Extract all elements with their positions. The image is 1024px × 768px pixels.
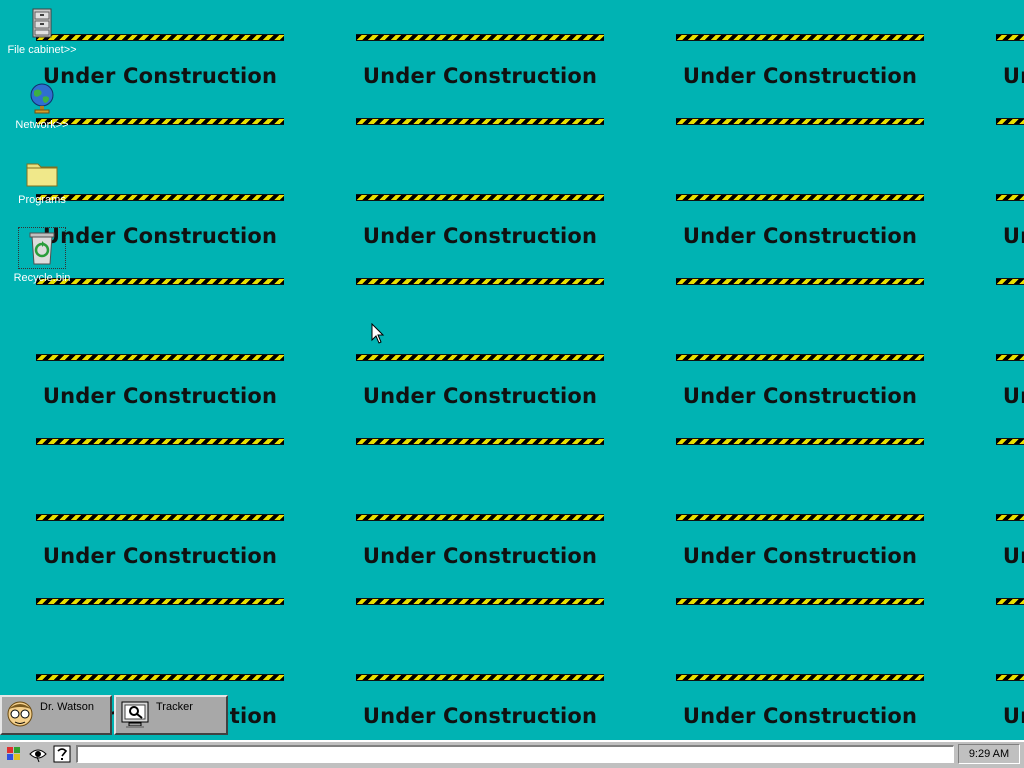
wallpaper-tile: Under Construction <box>320 160 640 320</box>
wallpaper-tile: Under Construction <box>960 0 1024 160</box>
file-cabinet-icon <box>25 6 59 40</box>
under-construction-text: Under Construction <box>682 64 918 88</box>
under-construction-text: Under Construction <box>1002 544 1024 568</box>
under-construction-text: Under Construction <box>42 384 278 408</box>
hazard-stripe <box>356 438 604 445</box>
under-construction-text: Under Construction <box>362 384 598 408</box>
under-construction-text: Under Construction <box>682 384 918 408</box>
clock: 9:29 AM <box>958 744 1020 764</box>
folder-icon <box>25 156 59 190</box>
hazard-stripe <box>676 118 924 125</box>
hazard-stripe <box>36 354 284 361</box>
hazard-stripe <box>676 674 924 681</box>
programs-label: Programs <box>18 194 66 206</box>
hazard-stripe <box>356 354 604 361</box>
hazard-stripe <box>996 674 1024 681</box>
hazard-stripe <box>676 278 924 285</box>
under-construction-text: Under Construction <box>362 64 598 88</box>
tracker-label: Tracker <box>156 701 193 713</box>
help-icon[interactable] <box>52 745 72 763</box>
desktop-icon-file-cabinet[interactable]: File cabinet>> <box>0 6 84 56</box>
hazard-stripe <box>996 118 1024 125</box>
desktop-wallpaper: Under Construction Under Construction Unde… <box>0 0 1024 740</box>
wallpaper-tile: Under Construction <box>960 320 1024 480</box>
hazard-stripe <box>996 438 1024 445</box>
hazard-stripe <box>676 354 924 361</box>
dr-watson-button[interactable]: Dr. Watson <box>0 695 112 735</box>
wallpaper-tile: Under Construction <box>960 640 1024 740</box>
wallpaper-tile: Under Construction <box>640 0 960 160</box>
file-cabinet-label: File cabinet>> <box>7 44 77 56</box>
wallpaper-tile: Under Construction <box>640 480 960 640</box>
hazard-stripe <box>676 598 924 605</box>
under-construction-text: Under Construction <box>682 224 918 248</box>
under-construction-text: Under Construction <box>42 544 278 568</box>
windows-flag-icon[interactable] <box>4 745 24 763</box>
under-construction-text: Under Construction <box>682 544 918 568</box>
under-construction-text: Under Construction <box>1002 64 1024 88</box>
wallpaper-tile: Under Construction <box>0 480 320 640</box>
under-construction-text: Under Construction <box>1002 384 1024 408</box>
under-construction-text: Under Construction <box>362 544 598 568</box>
hazard-stripe <box>36 598 284 605</box>
under-construction-text: Under Construction <box>362 224 598 248</box>
wallpaper-tile: Under Construction <box>320 0 640 160</box>
wallpaper-tile: Under Construction <box>640 160 960 320</box>
dr-watson-icon <box>4 699 36 736</box>
hazard-stripe <box>356 278 604 285</box>
under-construction-text: Under Construction <box>362 704 598 728</box>
wallpaper-tile: Under Construction <box>640 320 960 480</box>
hazard-stripe <box>356 598 604 605</box>
hazard-stripe <box>996 354 1024 361</box>
command-line-input[interactable] <box>76 745 954 763</box>
wallpaper-tile: Under Construction <box>320 640 640 740</box>
hazard-stripe <box>356 118 604 125</box>
under-construction-text: Under Construction <box>1002 224 1024 248</box>
hazard-stripe <box>356 34 604 41</box>
desktop-icon-network[interactable]: Network>> <box>0 81 84 131</box>
under-construction-text: Under Construction <box>1002 704 1024 728</box>
hazard-stripe <box>676 514 924 521</box>
tracker-button[interactable]: Tracker <box>114 695 228 735</box>
hazard-stripe <box>356 514 604 521</box>
hazard-stripe <box>996 34 1024 41</box>
hazard-stripe <box>996 598 1024 605</box>
hazard-stripe <box>996 514 1024 521</box>
desktop-icon-recycle-bin[interactable]: Recycle.bin <box>0 227 84 284</box>
desktop-icon-programs[interactable]: Programs <box>0 156 84 206</box>
network-globe-icon <box>25 81 59 115</box>
wallpaper-tile: Under Construction <box>320 480 640 640</box>
hazard-stripe <box>356 674 604 681</box>
wallpaper-tile: Under Construction <box>0 320 320 480</box>
network-label: Network>> <box>15 119 69 131</box>
dr-watson-label: Dr. Watson <box>40 701 94 713</box>
under-construction-text: Under Construction <box>682 704 918 728</box>
tracker-icon <box>120 700 150 735</box>
eye-icon[interactable] <box>28 745 48 763</box>
mouse-cursor-icon <box>371 322 385 350</box>
taskbar: 9:29 AM <box>0 740 1024 768</box>
hazard-stripe <box>36 514 284 521</box>
hazard-stripe <box>676 34 924 41</box>
hazard-stripe <box>996 194 1024 201</box>
wallpaper-tile: Under Construction <box>320 320 640 480</box>
hazard-stripe <box>356 194 604 201</box>
hazard-stripe <box>676 438 924 445</box>
wallpaper-tile: Under Construction <box>960 480 1024 640</box>
recycle-bin-label: Recycle.bin <box>13 272 71 284</box>
hazard-stripe <box>996 278 1024 285</box>
hazard-stripe <box>676 194 924 201</box>
wallpaper-tile: Under Construction <box>640 640 960 740</box>
wallpaper-tile: Under Construction <box>960 160 1024 320</box>
recycle-bin-icon <box>18 227 66 269</box>
hazard-stripe <box>36 674 284 681</box>
hazard-stripe <box>36 438 284 445</box>
